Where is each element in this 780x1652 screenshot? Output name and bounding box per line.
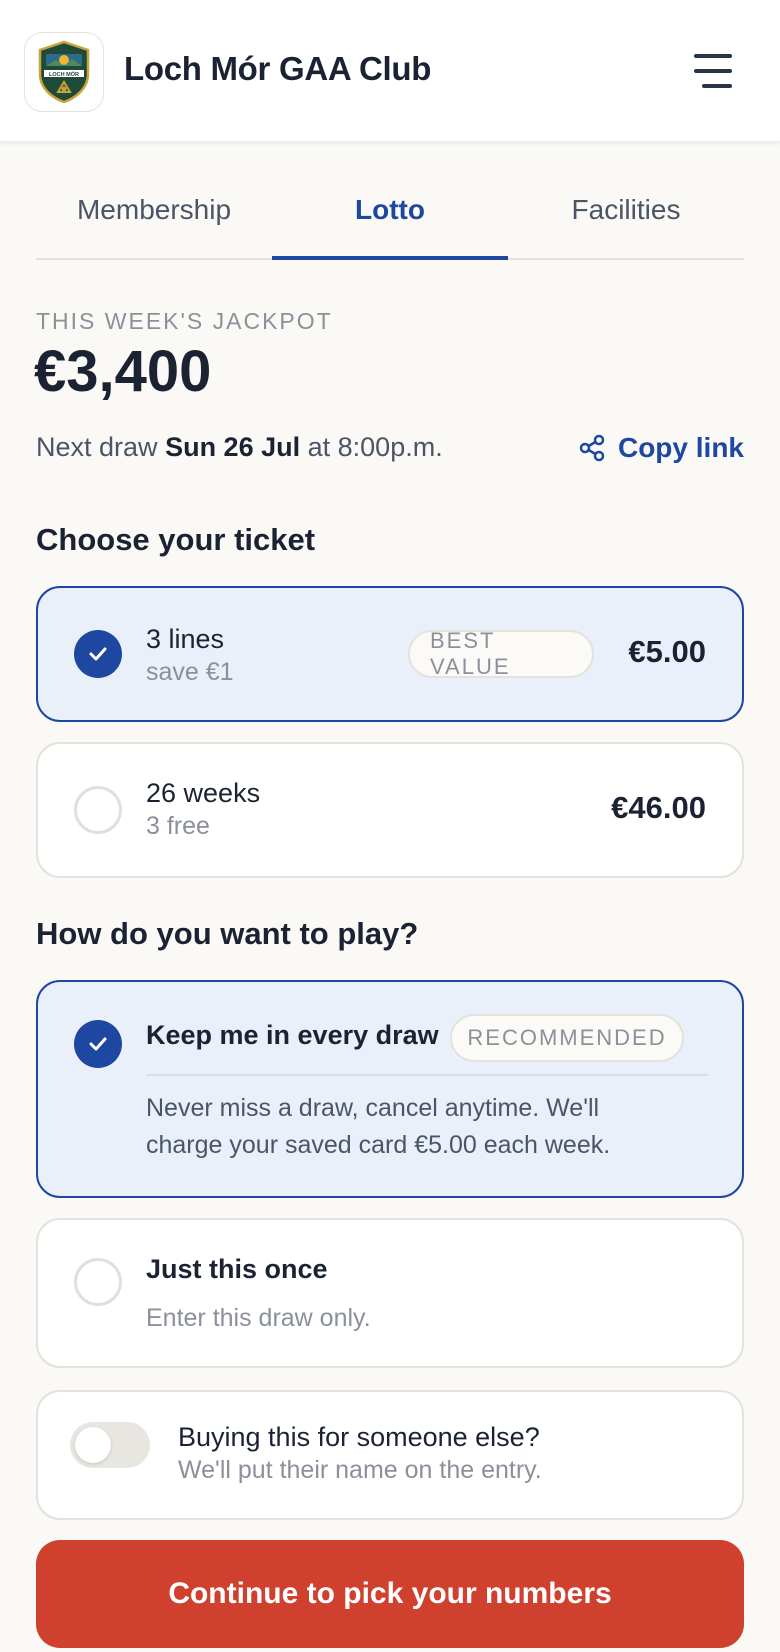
play-option-title: Keep me in every draw bbox=[146, 1020, 439, 1050]
play-section-title: How do you want to play? bbox=[36, 916, 419, 951]
divider bbox=[146, 1074, 708, 1076]
share-icon bbox=[579, 434, 605, 462]
play-description-line: Never miss a draw, cancel anytime. We'll bbox=[146, 1094, 600, 1122]
gift-subtitle: We'll put their name on the entry. bbox=[178, 1456, 542, 1484]
play-description-line: charge your saved card €5.00 each week. bbox=[146, 1131, 611, 1159]
check-icon bbox=[89, 1037, 107, 1051]
gift-title: Buying this for someone else? bbox=[178, 1422, 540, 1452]
best-value-badge: BEST VALUE bbox=[408, 628, 594, 679]
ticket-option-price: €46.00 bbox=[611, 790, 706, 825]
copy-link-button[interactable]: Copy link bbox=[578, 432, 744, 464]
menu-button[interactable] bbox=[680, 46, 736, 96]
jackpot-amount: €3,400 bbox=[34, 339, 212, 404]
play-option-description: Never miss a draw, cancel anytime. We'll… bbox=[146, 1090, 610, 1164]
section-tabs: Membership Lotto Facilities bbox=[36, 170, 744, 260]
play-option-description: Enter this draw only. bbox=[146, 1304, 371, 1332]
app-header: LOCH MÓR Loch Mór GAA Club bbox=[0, 0, 780, 142]
ticket-option-subtitle: 3 free bbox=[146, 812, 210, 840]
ticket-option-3-lines[interactable]: 3 lines save €1 BEST VALUE €5.00 bbox=[36, 586, 744, 722]
ticket-option-title: 3 lines bbox=[146, 624, 225, 654]
next-draw-time: at 8:00p.m. bbox=[307, 432, 443, 462]
menu-icon-bar bbox=[694, 54, 732, 58]
menu-icon-bar bbox=[702, 84, 732, 88]
ticket-section-title: Choose your ticket bbox=[36, 522, 316, 557]
tab-lotto[interactable]: Lotto bbox=[272, 170, 508, 260]
next-draw-prefix: Next draw bbox=[36, 432, 158, 462]
tab-facilities[interactable]: Facilities bbox=[508, 170, 744, 258]
radio-unchecked[interactable] bbox=[74, 1258, 122, 1306]
crest-text: LOCH MÓR bbox=[49, 70, 79, 78]
radio-checked[interactable] bbox=[74, 1020, 122, 1068]
tab-membership[interactable]: Membership bbox=[36, 170, 272, 258]
radio-checked[interactable] bbox=[74, 630, 122, 678]
club-name: Loch Mór GAA Club bbox=[124, 50, 432, 87]
gift-option-card: Buying this for someone else? We'll put … bbox=[36, 1390, 744, 1520]
play-option-every-draw[interactable]: Keep me in every draw RECOMMENDED Never … bbox=[36, 980, 744, 1198]
play-option-title: Just this once bbox=[146, 1254, 328, 1284]
ticket-option-price: €5.00 bbox=[628, 634, 706, 669]
gift-toggle[interactable] bbox=[70, 1422, 150, 1468]
copy-link-label: Copy link bbox=[617, 432, 744, 463]
crest-icon: LOCH MÓR bbox=[38, 40, 90, 104]
ticket-option-title: 26 weeks bbox=[146, 778, 261, 808]
check-icon bbox=[89, 647, 107, 661]
radio-unchecked[interactable] bbox=[74, 786, 122, 834]
next-draw-date: Sun 26 Jul bbox=[165, 432, 301, 462]
jackpot-label: THIS WEEK'S JACKPOT bbox=[36, 308, 333, 334]
play-option-just-once[interactable]: Just this once Enter this draw only. bbox=[36, 1218, 744, 1368]
recommended-badge: RECOMMENDED bbox=[450, 1014, 684, 1062]
club-logo[interactable]: LOCH MÓR bbox=[24, 32, 104, 112]
ticket-option-subtitle: save €1 bbox=[146, 658, 234, 686]
menu-icon-bar bbox=[694, 69, 732, 73]
continue-button[interactable]: Continue to pick your numbers bbox=[36, 1540, 744, 1648]
ticket-option-26-weeks[interactable]: 26 weeks 3 free €46.00 bbox=[36, 742, 744, 878]
next-draw-info: Next draw Sun 26 Jul at 8:00p.m. bbox=[36, 432, 443, 463]
